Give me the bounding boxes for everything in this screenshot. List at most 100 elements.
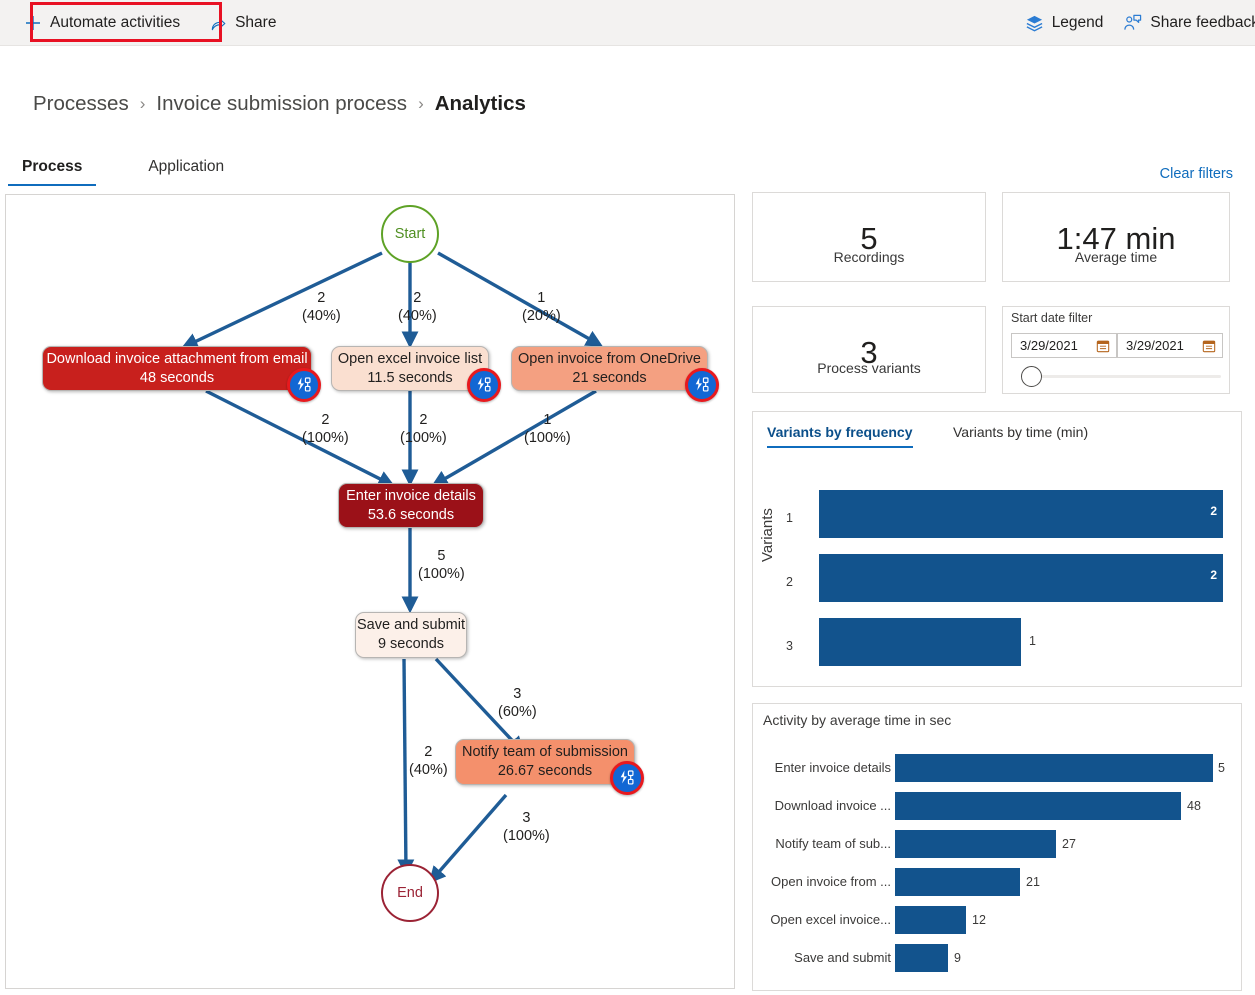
activity-label-0: Enter invoice details [741, 760, 891, 775]
activity-label-4: Open excel invoice... [741, 912, 891, 927]
tab-process[interactable]: Process [8, 158, 96, 186]
automation-badge-open-excel-invoice-list[interactable] [467, 368, 501, 402]
variants-bar-1[interactable]: 2 [819, 490, 1223, 538]
node-notify-team-of-submission-duration: 26.67 seconds [498, 762, 592, 781]
edge-percent: (40%) [398, 307, 437, 325]
variants-chart-card: Variants by frequency Variants by time (… [752, 411, 1242, 687]
power-automate-flow-icon [295, 376, 313, 394]
share-button[interactable]: Share [200, 3, 286, 43]
start-date-slider-track[interactable] [1035, 375, 1221, 378]
automate-activities-button[interactable]: Automate activities [14, 3, 190, 43]
plus-icon [24, 14, 42, 32]
activity-chart-card: Activity by average time in sec Enter in… [752, 703, 1242, 991]
start-date-from-input[interactable]: 3/29/2021 [1011, 333, 1117, 358]
tab-variants-by-frequency[interactable]: Variants by frequency [767, 424, 913, 448]
activity-value-1: 48 [1187, 799, 1201, 813]
edge-count: 2 [302, 411, 349, 429]
tab-application[interactable]: Application [134, 158, 238, 186]
legend-label: Legend [1052, 14, 1104, 32]
edge-percent: (100%) [524, 429, 571, 447]
edge-percent: (100%) [503, 827, 550, 845]
share-feedback-button[interactable]: Share feedback [1113, 3, 1255, 43]
node-open-invoice-from-onedrive[interactable]: Open invoice from OneDrive 21 seconds [511, 346, 708, 391]
activity-label-2: Notify team of sub... [741, 836, 891, 851]
start-date-to-input[interactable]: 3/29/2021 [1117, 333, 1223, 358]
activity-value-5: 9 [954, 951, 961, 965]
node-save-and-submit-label: Save and submit [357, 616, 465, 635]
breadcrumb-item-analytics: Analytics [435, 92, 526, 116]
automation-badge-notify-team-of-submission[interactable] [610, 761, 644, 795]
activity-bar-1[interactable] [895, 792, 1181, 820]
share-feedback-label: Share feedback [1150, 14, 1255, 32]
automation-badge-download-invoice-attachment[interactable] [287, 368, 321, 402]
breadcrumb: Processes › Invoice submission process ›… [33, 92, 526, 116]
edge-label-download-to-enter: 2 (100%) [302, 411, 349, 447]
node-start[interactable]: Start [381, 205, 439, 263]
kpi-card-average-time: 1:47 min Average time [1002, 192, 1230, 282]
activity-bar-2[interactable] [895, 830, 1056, 858]
kpi-card-process-variants: 3 Process variants [752, 306, 986, 393]
node-notify-team-of-submission-label: Notify team of submission [462, 743, 628, 762]
node-enter-invoice-details[interactable]: Enter invoice details 53.6 seconds [338, 483, 484, 528]
person-feedback-icon [1123, 14, 1142, 33]
variants-bar-2[interactable]: 2 [819, 554, 1223, 602]
node-enter-invoice-details-duration: 53.6 seconds [368, 506, 454, 525]
edge-count: 2 [302, 289, 341, 307]
power-automate-flow-icon [693, 376, 711, 394]
edge-count: 3 [498, 685, 537, 703]
calendar-icon[interactable] [1202, 339, 1216, 358]
edge-label-start-to-download: 2 (40%) [302, 289, 341, 325]
node-notify-team-of-submission[interactable]: Notify team of submission 26.67 seconds [455, 739, 635, 785]
activity-bar-4[interactable] [895, 906, 966, 934]
edge-percent: (100%) [302, 429, 349, 447]
command-bar-left-group: Automate activities Share [14, 0, 286, 46]
edge-count: 3 [503, 809, 550, 827]
variants-bar-1-value: 2 [1210, 504, 1217, 518]
edge-percent: (60%) [498, 703, 537, 721]
kpi-process-variants-label: Process variants [753, 360, 985, 376]
activity-label-1: Download invoice ... [741, 798, 891, 813]
activity-bar-5[interactable] [895, 944, 948, 972]
breadcrumb-item-invoice-submission-process[interactable]: Invoice submission process [156, 92, 407, 116]
tab-variants-by-time[interactable]: Variants by time (min) [953, 424, 1088, 446]
process-map-panel[interactable]: Start Download invoice attachment from e… [5, 194, 735, 989]
kpi-card-recordings: 5 Recordings [752, 192, 986, 282]
breadcrumb-separator-icon: › [418, 94, 424, 114]
edge-label-save-to-notify: 3 (60%) [498, 685, 537, 721]
node-start-label: Start [395, 226, 426, 242]
node-save-and-submit[interactable]: Save and submit 9 seconds [355, 612, 467, 658]
node-download-invoice-attachment-duration: 48 seconds [140, 369, 214, 388]
variants-bar-3[interactable] [819, 618, 1021, 666]
edge-count: 1 [522, 289, 561, 307]
layers-icon [1025, 14, 1044, 33]
activity-bar-3[interactable] [895, 868, 1020, 896]
automation-badge-open-invoice-from-onedrive[interactable] [685, 368, 719, 402]
clear-filters-link[interactable]: Clear filters [1160, 166, 1233, 182]
edge-label-save-to-end: 2 (40%) [409, 743, 448, 779]
command-bar: Automate activities Share Legend [0, 0, 1255, 46]
activity-bar-0[interactable] [895, 754, 1213, 782]
breadcrumb-item-processes[interactable]: Processes [33, 92, 129, 116]
calendar-icon[interactable] [1096, 339, 1110, 358]
kpi-recordings-label: Recordings [753, 249, 985, 265]
edge-count: 2 [409, 743, 448, 761]
node-end[interactable]: End [381, 864, 439, 922]
node-open-invoice-from-onedrive-duration: 21 seconds [572, 369, 646, 388]
activity-value-3: 21 [1026, 875, 1040, 889]
activity-chart-title: Activity by average time in sec [763, 712, 951, 728]
node-enter-invoice-details-label: Enter invoice details [346, 487, 476, 506]
start-date-from-value: 3/29/2021 [1020, 338, 1078, 353]
node-download-invoice-attachment-label: Download invoice attachment from email [46, 350, 307, 369]
variants-tick-2: 2 [775, 575, 793, 589]
edge-count: 5 [418, 547, 465, 565]
legend-button[interactable]: Legend [1015, 3, 1114, 43]
node-download-invoice-attachment[interactable]: Download invoice attachment from email 4… [42, 346, 312, 391]
kpi-average-time-label: Average time [1003, 249, 1229, 265]
page-tabs: Process Application [8, 158, 238, 186]
node-open-excel-invoice-list[interactable]: Open excel invoice list 11.5 seconds [331, 346, 489, 391]
variants-tick-1: 1 [775, 511, 793, 525]
command-bar-right-group: Legend Share feedback [1015, 0, 1255, 46]
start-date-slider-thumb[interactable] [1021, 366, 1042, 387]
edge-percent: (100%) [400, 429, 447, 447]
edge-label-notify-to-end: 3 (100%) [503, 809, 550, 845]
